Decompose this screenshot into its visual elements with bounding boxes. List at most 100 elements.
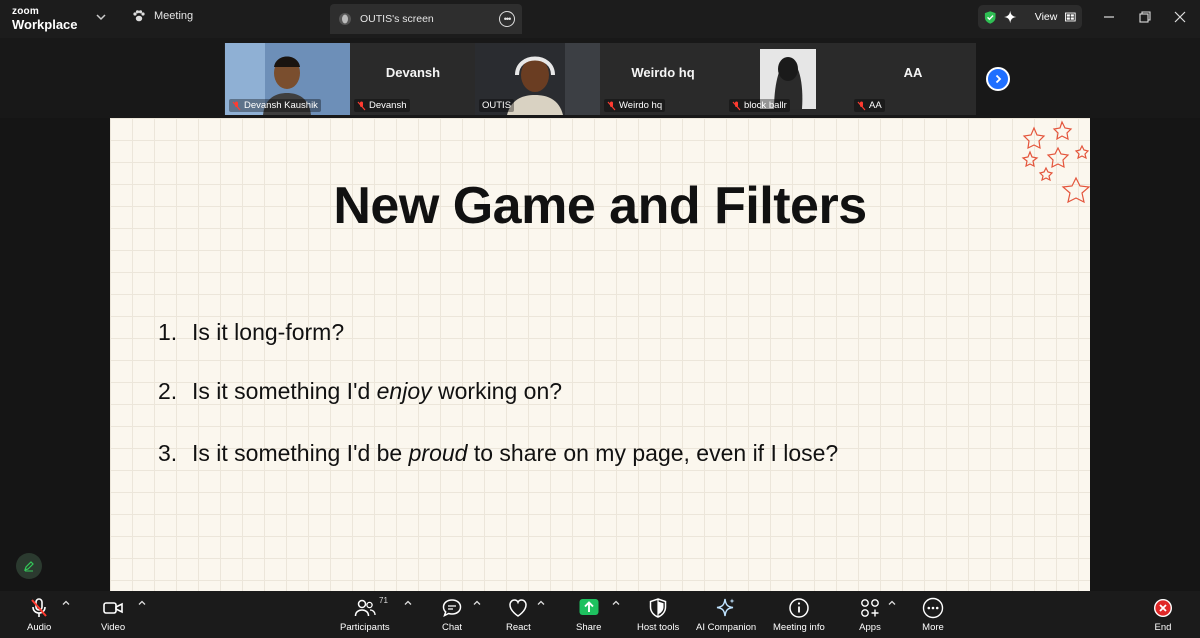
share-label: Share [576,622,602,633]
participant-nametag: Devansh [354,99,410,112]
more-icon [922,597,944,619]
list-number: 2. [158,378,178,404]
participant-nametag: block ballr [729,99,790,112]
minimize-icon[interactable] [1102,10,1116,24]
participant-name: OUTIS [482,100,512,111]
slide-list-item: 2. Is it something I'd enjoy working on? [158,378,562,405]
logo-top: zoom [12,6,39,17]
participant-tile-aa[interactable]: AA AA [850,43,976,115]
user-avatar-icon [339,13,351,25]
slide-list-item: 1. Is it long-form? [158,319,344,346]
host-tools-label: Host tools [637,622,680,633]
meeting-info-button[interactable]: Meeting info [773,597,825,633]
meeting-toolbar: Audio Video Participants 71 Chat React S… [0,591,1200,638]
chat-button[interactable]: Chat [441,597,463,633]
shield-check-icon[interactable] [984,10,996,25]
more-label: More [922,622,944,633]
grid-view-icon[interactable] [1065,12,1076,22]
participant-tile-devansh[interactable]: Devansh Devansh [350,43,476,115]
end-label: End [1154,622,1172,633]
participant-name: Devansh [369,100,407,111]
participant-tile-weirdo-hq[interactable]: Weirdo hq Weirdo hq [600,43,726,115]
slide-list-item: 3. Is it something I'd be proud to share … [158,440,838,467]
list-number: 1. [158,319,178,345]
chat-label: Chat [441,622,463,633]
apps-button[interactable]: Apps [859,597,881,633]
ai-sparkle-icon [716,598,735,617]
list-text: to share on my page, even if I lose? [467,440,839,466]
video-camera-icon [103,602,123,614]
chevron-down-icon[interactable] [95,11,107,23]
participant-name: Weirdo hq [619,100,663,111]
logo-bottom: Workplace [12,17,78,32]
slide-title: New Game and Filters [333,177,867,235]
next-page-button[interactable] [986,67,1010,91]
react-label: React [506,622,531,633]
participant-tile-devansh-kaushik[interactable]: Devansh Kaushik [225,43,351,115]
list-text: Is it something I'd be [192,440,409,466]
participant-display-name: Devansh [385,65,441,80]
video-button[interactable]: Video [101,597,125,633]
host-tools-button[interactable]: Host tools [637,597,679,633]
participant-nametag: Weirdo hq [604,99,666,112]
mic-muted-icon [357,101,366,110]
view-controls: View [978,5,1082,29]
list-text-emphasis: enjoy [376,378,432,404]
list-text: working on? [431,378,563,404]
chat-bubble-icon [442,599,462,617]
video-label: Video [101,622,126,633]
participant-nametag: AA [854,99,885,112]
chevron-up-icon[interactable] [537,599,545,607]
apps-label: Apps [859,622,881,633]
participant-name: AA [869,100,882,111]
heart-icon [509,599,528,617]
participants-icon [354,599,376,617]
mic-muted-icon [232,101,241,110]
pencil-icon [24,561,34,572]
audio-button[interactable]: Audio [27,597,51,633]
info-icon [789,598,809,618]
restore-icon[interactable] [1138,10,1152,24]
chevron-up-icon[interactable] [138,599,146,607]
chevron-up-icon[interactable] [404,599,412,607]
end-meeting-button[interactable]: End [1152,597,1174,633]
shared-slide: New Game and Filters 1. Is it long-form? … [110,118,1090,591]
participant-tile-outis[interactable]: OUTIS [475,43,601,115]
share-screen-icon [579,599,599,615]
mic-muted-icon [607,101,616,110]
ai-companion-button[interactable]: AI Companion [696,597,756,633]
share-button[interactable]: Share [576,597,601,633]
list-text-emphasis: proud [408,440,468,466]
participant-display-name: Weirdo hq [631,65,695,80]
participants-count: 71 [379,596,388,605]
chevron-up-icon[interactable] [62,599,70,607]
end-call-icon [1154,599,1172,617]
more-button[interactable]: More [922,597,944,633]
participants-label: Participants [340,622,390,633]
mic-muted-icon [732,101,741,110]
chevron-up-icon[interactable] [473,599,481,607]
annotate-button[interactable] [16,553,42,579]
ai-sparkle-icon[interactable] [1004,10,1017,24]
tab-meeting[interactable]: Meeting [132,9,193,23]
list-number: 3. [158,440,178,466]
close-icon[interactable] [1173,10,1187,24]
audio-label: Audio [27,622,52,633]
more-options-icon[interactable]: ••• [499,11,515,27]
participant-name: Devansh Kaushik [244,100,318,111]
zoom-logo: zoom Workplace [12,6,78,32]
ai-companion-label: AI Companion [696,622,757,633]
participant-name: block ballr [744,100,787,111]
tab-screen-share[interactable]: OUTIS's screen ••• [330,4,522,34]
react-button[interactable]: React [506,597,531,633]
list-text: Is it long-form? [192,319,345,345]
chevron-up-icon[interactable] [888,599,896,607]
tab-screen-label: OUTIS's screen [360,13,434,25]
view-button[interactable]: View [1035,11,1058,23]
mic-muted-icon [31,598,47,617]
chevron-up-icon[interactable] [612,599,620,607]
title-bar: zoom Workplace Meeting OUTIS's screen ••… [0,0,1200,38]
shield-icon [649,598,667,618]
participant-tile-block-ballr[interactable]: block ballr [725,43,851,115]
participant-display-name: AA [903,65,923,80]
